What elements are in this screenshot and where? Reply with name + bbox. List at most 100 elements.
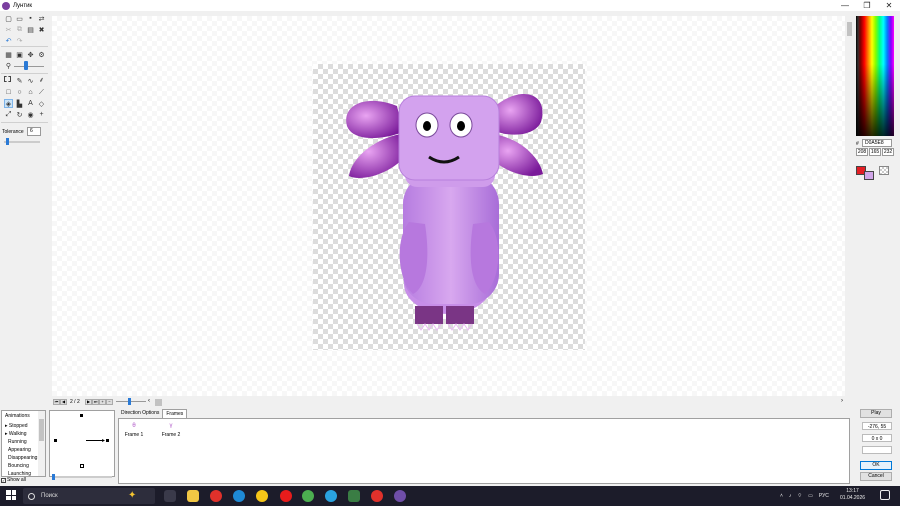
- copilot-icon[interactable]: ✦: [128, 490, 140, 502]
- next-frame-button[interactable]: ▶: [85, 399, 92, 405]
- app-icon-yellow[interactable]: [256, 490, 268, 502]
- tab-frames[interactable]: Frames: [162, 409, 188, 418]
- export-icon[interactable]: ⇄: [37, 14, 46, 23]
- transparent-color-swatch[interactable]: [879, 166, 889, 175]
- network-icon[interactable]: ⌔: [797, 493, 802, 499]
- tolerance-slider-thumb[interactable]: [6, 138, 9, 145]
- polygon-icon[interactable]: ⌂: [26, 88, 35, 97]
- frame-thumbnail[interactable]: ᶿ Frame 1: [122, 420, 146, 438]
- direction-point-up[interactable]: [80, 414, 83, 417]
- eraser-icon[interactable]: ◇: [37, 99, 46, 108]
- last-frame-button[interactable]: ⏭: [92, 399, 99, 405]
- telegram-icon[interactable]: [325, 490, 337, 502]
- list-item[interactable]: Running: [8, 439, 27, 446]
- prev-frame-button[interactable]: ◀: [60, 399, 67, 405]
- tolerance-slider[interactable]: [4, 141, 40, 143]
- game-maker-icon[interactable]: [394, 490, 406, 502]
- volume-icon[interactable]: ♪: [789, 493, 792, 499]
- list-item[interactable]: ▸ Stopped: [5, 423, 28, 430]
- brush-icon[interactable]: ∿: [26, 76, 35, 85]
- eye-icon[interactable]: ◉: [26, 110, 35, 119]
- settings-icon[interactable]: ⚙: [37, 50, 46, 59]
- yandex-browser-icon[interactable]: [371, 490, 383, 502]
- red-value-input[interactable]: 208: [856, 148, 868, 156]
- minimize-button[interactable]: —: [834, 0, 856, 11]
- yandex-icon[interactable]: [210, 490, 222, 502]
- checkbox-icon[interactable]: ✓: [1, 477, 6, 483]
- frame-zoom-slider[interactable]: [116, 401, 146, 402]
- rotate-icon[interactable]: ↻: [15, 110, 24, 119]
- replace-icon[interactable]: ▙: [15, 99, 24, 108]
- fill-icon[interactable]: ◈: [4, 99, 13, 108]
- first-frame-button[interactable]: ⏮: [53, 399, 60, 405]
- minecraft-icon[interactable]: [348, 490, 360, 502]
- open-icon[interactable]: ▭: [15, 14, 24, 23]
- clock[interactable]: 13:17 01.04.2026: [840, 488, 865, 502]
- language-indicator[interactable]: РУС: [819, 493, 829, 499]
- ellipse-icon[interactable]: ○: [15, 88, 24, 97]
- copy-icon[interactable]: ⧉: [15, 25, 24, 34]
- opera-icon[interactable]: [280, 490, 292, 502]
- redo-icon[interactable]: ↷: [15, 36, 24, 45]
- undo-icon[interactable]: ↶: [4, 36, 13, 45]
- green-value-input[interactable]: 165: [869, 148, 881, 156]
- cancel-button[interactable]: Cancel: [860, 472, 892, 481]
- notifications-icon[interactable]: [880, 490, 890, 500]
- canvas-vertical-scrollbar[interactable]: [845, 16, 854, 396]
- start-button[interactable]: [6, 490, 16, 500]
- direction-point-left[interactable]: [54, 439, 57, 442]
- secondary-color-swatch[interactable]: [864, 171, 874, 180]
- direction-slider-thumb[interactable]: [52, 474, 55, 480]
- scroll-right-icon[interactable]: ›: [841, 398, 843, 404]
- spray-icon[interactable]: ⸙: [37, 76, 46, 85]
- direction-preview[interactable]: ▸: [49, 410, 115, 477]
- tab-direction-options[interactable]: Direction Options: [118, 409, 162, 418]
- line-tool-icon[interactable]: ⤢: [4, 110, 13, 119]
- blue-value-input[interactable]: 232: [882, 148, 894, 156]
- ok-button[interactable]: OK: [860, 461, 892, 470]
- select-rect-icon[interactable]: [4, 76, 11, 82]
- file-explorer-icon[interactable]: [187, 490, 199, 502]
- battery-icon[interactable]: ▭: [808, 493, 813, 499]
- task-view-icon[interactable]: [164, 490, 176, 502]
- plus-icon[interactable]: +: [37, 110, 46, 119]
- save-icon[interactable]: ▪: [26, 14, 35, 23]
- scroll-left-icon[interactable]: ‹: [148, 398, 150, 404]
- direction-point-right[interactable]: [106, 439, 109, 442]
- paste-icon[interactable]: ▤: [26, 25, 35, 34]
- frame-icon[interactable]: ▣: [15, 50, 24, 59]
- zoom-icon[interactable]: ⚲: [4, 61, 13, 70]
- rectangle-icon[interactable]: □: [4, 88, 13, 97]
- direction-slider[interactable]: [52, 476, 112, 478]
- delete-icon[interactable]: ✖: [37, 25, 46, 34]
- chrome-icon[interactable]: [302, 490, 314, 502]
- color-palette[interactable]: [856, 16, 894, 136]
- move-icon[interactable]: ✥: [26, 50, 35, 59]
- list-item[interactable]: ▸ Walking: [5, 431, 27, 438]
- grid-icon[interactable]: ▦: [4, 50, 13, 59]
- remove-frame-button[interactable]: −: [106, 399, 113, 405]
- play-button[interactable]: Play: [860, 409, 892, 418]
- tolerance-input[interactable]: 6: [27, 127, 41, 136]
- canvas-horizontal-scrollbar[interactable]: [155, 399, 162, 406]
- chevron-up-icon[interactable]: ˄: [780, 493, 783, 499]
- text-icon[interactable]: A: [26, 99, 35, 108]
- cut-icon[interactable]: ✂: [4, 25, 13, 34]
- maximize-button[interactable]: ❐: [856, 0, 878, 11]
- list-item[interactable]: Disappearing: [8, 455, 37, 462]
- hex-color-input[interactable]: D0A5E8: [862, 139, 892, 147]
- pencil-icon[interactable]: ✎: [15, 76, 24, 85]
- line-icon[interactable]: ⟋: [37, 88, 46, 97]
- close-button[interactable]: ✕: [878, 0, 900, 11]
- animations-scrollbar[interactable]: [38, 411, 45, 476]
- zoom-slider[interactable]: [14, 66, 44, 67]
- new-file-icon[interactable]: ▢: [4, 14, 13, 23]
- edge-icon[interactable]: [233, 490, 245, 502]
- list-item[interactable]: Appearing: [8, 447, 31, 454]
- show-all-checkbox[interactable]: ✓ Show all: [1, 477, 26, 483]
- frame-zoom-slider-thumb[interactable]: [128, 398, 131, 405]
- direction-point-down[interactable]: [80, 464, 84, 468]
- list-item[interactable]: Bouncing: [8, 463, 29, 470]
- frame-thumbnail[interactable]: ᵞ Frame 2: [159, 420, 183, 438]
- add-frame-button[interactable]: +: [99, 399, 106, 405]
